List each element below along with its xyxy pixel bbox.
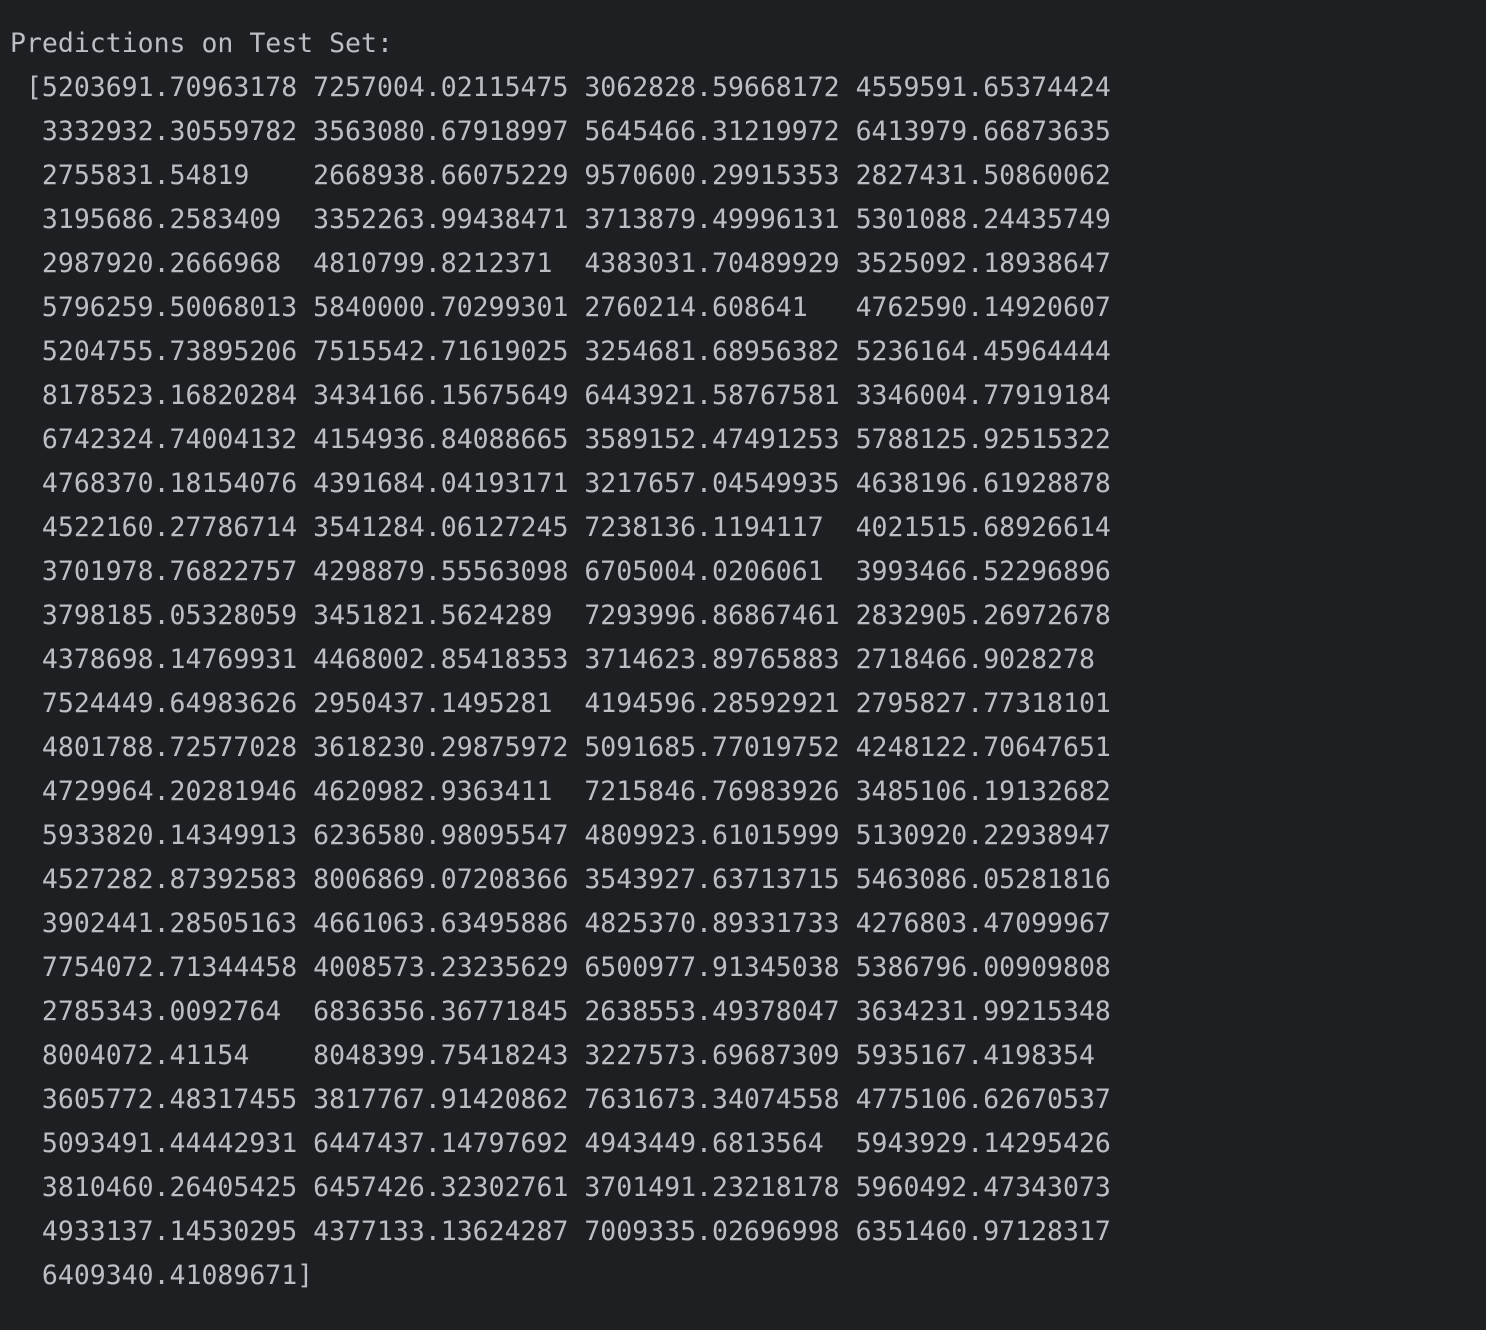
output-line: 4933137.14530295 4377133.13624287 700933… <box>10 1216 1111 1247</box>
output-line: 4729964.20281946 4620982.9363411 7215846… <box>10 776 1111 807</box>
output-line: 2987920.2666968 4810799.8212371 4383031.… <box>10 248 1111 279</box>
output-line: 7754072.71344458 4008573.23235629 650097… <box>10 952 1111 983</box>
output-line: 3701978.76822757 4298879.55563098 670500… <box>10 556 1111 587</box>
output-line: 6409340.41089671] <box>10 1260 314 1291</box>
output-line: 5933820.14349913 6236580.98095547 480992… <box>10 820 1111 851</box>
output-line: 2785343.0092764 6836356.36771845 2638553… <box>10 996 1111 1027</box>
output-line: 3332932.30559782 3563080.67918997 564546… <box>10 116 1111 147</box>
output-line: 5796259.50068013 5840000.70299301 276021… <box>10 292 1111 323</box>
output-line: [5203691.70963178 7257004.02115475 30628… <box>10 72 1111 103</box>
output-line: 4522160.27786714 3541284.06127245 723813… <box>10 512 1111 543</box>
output-line: 6742324.74004132 4154936.84088665 358915… <box>10 424 1111 455</box>
output-line: 7524449.64983626 2950437.1495281 4194596… <box>10 688 1111 719</box>
output-line: 3810460.26405425 6457426.32302761 370149… <box>10 1172 1111 1203</box>
output-line: 4378698.14769931 4468002.85418353 371462… <box>10 644 1095 675</box>
output-line: 3195686.2583409 3352263.99438471 3713879… <box>10 204 1111 235</box>
output-line: 4527282.87392583 8006869.07208366 354392… <box>10 864 1111 895</box>
console-output: Predictions on Test Set: [5203691.709631… <box>0 0 1486 1330</box>
output-line: 5093491.44442931 6447437.14797692 494344… <box>10 1128 1111 1159</box>
output-line: 3902441.28505163 4661063.63495886 482537… <box>10 908 1111 939</box>
output-line: 4768370.18154076 4391684.04193171 321765… <box>10 468 1111 499</box>
output-line: 8004072.41154 8048399.75418243 3227573.6… <box>10 1040 1095 1071</box>
output-line: 3798185.05328059 3451821.5624289 7293996… <box>10 600 1111 631</box>
output-line: 5204755.73895206 7515542.71619025 325468… <box>10 336 1111 367</box>
output-line: 3605772.48317455 3817767.91420862 763167… <box>10 1084 1111 1115</box>
output-line: 8178523.16820284 3434166.15675649 644392… <box>10 380 1111 411</box>
output-line: 2755831.54819 2668938.66075229 9570600.2… <box>10 160 1111 191</box>
output-line: 4801788.72577028 3618230.29875972 509168… <box>10 732 1111 763</box>
output-header: Predictions on Test Set: <box>10 28 393 59</box>
